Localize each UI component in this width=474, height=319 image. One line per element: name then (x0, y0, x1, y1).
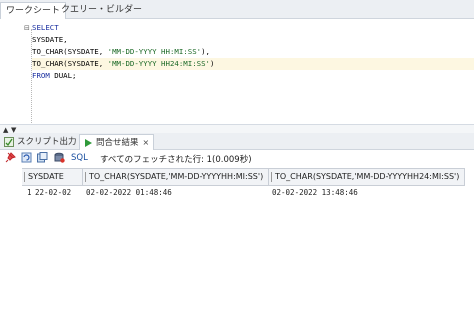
code-line-1: SELECT (32, 22, 474, 34)
column-separator (24, 171, 25, 182)
keyword-select: SELECT (32, 23, 59, 32)
code-sysdate: SYSDATE, (32, 35, 68, 44)
script-output-icon (4, 136, 14, 147)
run-play-icon (85, 138, 92, 147)
code-line-3: TO_CHAR(SYSDATE, 'MM-DD-YYYY HH:MI:SS'), (32, 46, 474, 58)
fetch-status: すべてのフェッチされた行: 1(0.009秒) (100, 155, 252, 165)
output-tabbar: スクリプト出力× 問合せ結果 × (0, 133, 474, 150)
sql-editor[interactable]: ⊟ SELECT SYSDATE, TO_CHAR(SYSDATE, 'MM-D… (0, 19, 474, 124)
row-number[interactable]: 1 (27, 186, 32, 199)
column-header-label: TO_CHAR(SYSDATE,'MM-DD-YYYYHH:MI:SS') (89, 172, 264, 181)
column-separator (271, 171, 272, 182)
refresh-icon[interactable] (21, 152, 32, 163)
code-table: DUAL; (49, 71, 77, 80)
sql-button[interactable]: SQL (71, 153, 88, 163)
sql-code[interactable]: SELECT SYSDATE, TO_CHAR(SYSDATE, 'MM-DD-… (32, 22, 474, 82)
column-header-to-char-12[interactable]: TO_CHAR(SYSDATE,'MM-DD-YYYYHH:MI:SS') (83, 168, 269, 186)
cell-to-char-12[interactable]: 02-02-2022 01:48:46 (86, 186, 172, 199)
close-icon[interactable]: × (143, 138, 150, 147)
code-punct: ), (201, 47, 211, 56)
result-toolbar: SQL すべてのフェッチされた行: 1(0.009秒) (0, 150, 474, 167)
column-header-label: TO_CHAR(SYSDATE,'MM-DD-YYYYHH24:MI:SS') (275, 172, 460, 181)
worksheet-tabbar: ワークシート クエリー・ビルダー (0, 0, 474, 19)
tab-query-result-label: 問合せ結果 (96, 138, 139, 148)
pin-icon[interactable] (5, 152, 16, 163)
code-string: 'MM-DD-YYYY HH24:MI:SS' (107, 59, 210, 68)
code-line-2: SYSDATE, (32, 34, 474, 46)
code-line-5: FROM DUAL; (32, 70, 474, 82)
cell-sysdate[interactable]: 22-02-02 (35, 186, 71, 199)
fold-minus-icon[interactable]: ⊟ (24, 24, 30, 32)
tab-script-output-label: スクリプト出力 (17, 137, 77, 147)
column-header-sysdate[interactable]: SYSDATE (22, 168, 83, 186)
code-function: TO_CHAR(SYSDATE, (32, 59, 108, 68)
editor-gutter (0, 19, 22, 124)
tab-script-output[interactable]: スクリプト出力× (4, 134, 87, 149)
code-function: TO_CHAR(SYSDATE, (32, 47, 108, 56)
column-header-label: SYSDATE (28, 172, 64, 181)
code-line-4: TO_CHAR(SYSDATE, 'MM-DD-YYYY HH24:MI:SS'… (32, 58, 474, 70)
code-string: 'MM-DD-YYYY HH:MI:SS' (107, 47, 202, 56)
database-icon[interactable] (54, 152, 65, 163)
column-header-to-char-24[interactable]: TO_CHAR(SYSDATE,'MM-DD-YYYYHH24:MI:SS') (269, 168, 465, 186)
column-separator (85, 171, 86, 182)
cell-to-char-24[interactable]: 02-02-2022 13:48:46 (272, 186, 358, 199)
tab-query-builder[interactable]: クエリー・ビルダー (56, 2, 147, 18)
tab-query-result[interactable]: 問合せ結果 × (79, 134, 155, 150)
code-punct: ) (210, 59, 215, 68)
export-icon[interactable] (37, 152, 48, 163)
keyword-from: FROM (32, 71, 50, 80)
